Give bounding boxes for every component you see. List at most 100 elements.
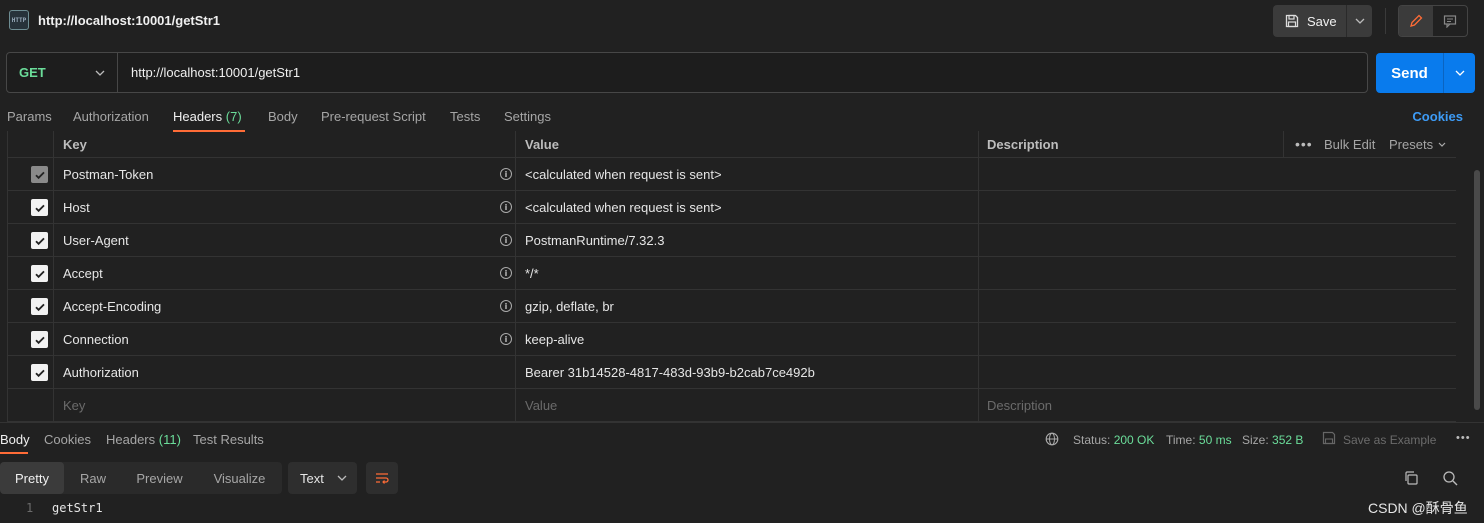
- status-info[interactable]: Status: 200 OK: [1073, 433, 1154, 447]
- response-tab-headers[interactable]: Headers (11): [106, 432, 181, 447]
- wrap-lines-icon[interactable]: [366, 462, 398, 494]
- header-value[interactable]: keep-alive: [525, 323, 584, 355]
- bulk-edit-button[interactable]: Bulk Edit: [1324, 131, 1375, 157]
- header-key[interactable]: Accept: [63, 257, 103, 289]
- response-pane: Body Cookies Headers (11) Test Results S…: [0, 422, 1484, 523]
- response-tab-test-results[interactable]: Test Results: [193, 432, 264, 447]
- header-key[interactable]: Postman-Token: [63, 158, 153, 190]
- view-pretty[interactable]: Pretty: [0, 462, 64, 494]
- send-options-chevron-down-icon[interactable]: [1443, 53, 1475, 93]
- size-label: Size:: [1242, 433, 1269, 447]
- new-value-placeholder[interactable]: Value: [525, 389, 557, 421]
- header-value[interactable]: Bearer 31b14528-4817-483d-93b9-b2cab7ce4…: [525, 356, 815, 388]
- time-label: Time:: [1166, 433, 1196, 447]
- scrollbar[interactable]: [1474, 170, 1480, 410]
- more-options-icon[interactable]: •••: [1295, 131, 1313, 157]
- table-header-row: Key Value Description ••• Bulk Edit Pres…: [8, 131, 1456, 158]
- send-button-group: Send: [1376, 53, 1475, 93]
- view-raw[interactable]: Raw: [64, 462, 122, 494]
- header-value[interactable]: <calculated when request is sent>: [525, 158, 722, 190]
- size-info[interactable]: Size: 352 B: [1242, 433, 1303, 447]
- info-icon[interactable]: i: [500, 234, 512, 246]
- table-row: Authorization Bearer 31b14528-4817-483d-9…: [8, 356, 1456, 389]
- column-header-key: Key: [63, 136, 87, 152]
- cookies-link[interactable]: Cookies: [1412, 109, 1463, 124]
- info-icon[interactable]: i: [500, 201, 512, 213]
- response-active-tab-underline: [0, 452, 28, 454]
- info-icon[interactable]: i: [500, 168, 512, 180]
- tab-params[interactable]: Params: [7, 109, 52, 124]
- comments-icon[interactable]: [1433, 6, 1467, 36]
- header-description[interactable]: [987, 323, 1457, 355]
- status-value: 200 OK: [1113, 433, 1155, 447]
- header-key[interactable]: User-Agent: [63, 224, 129, 256]
- info-icon[interactable]: i: [500, 267, 512, 279]
- table-row: Connection i keep-alive: [8, 323, 1456, 356]
- save-example-icon: [1322, 431, 1336, 445]
- url-bar: GET: [6, 52, 1368, 93]
- header-value[interactable]: gzip, deflate, br: [525, 290, 614, 322]
- info-icon[interactable]: i: [500, 333, 512, 345]
- table-row: User-Agent i PostmanRuntime/7.32.3: [8, 224, 1456, 257]
- info-icon[interactable]: i: [500, 300, 512, 312]
- table-row: Accept i */*: [8, 257, 1456, 290]
- request-title[interactable]: http://localhost:10001/getStr1: [38, 13, 220, 28]
- header-value[interactable]: <calculated when request is sent>: [525, 191, 722, 223]
- row-checkbox[interactable]: [31, 232, 48, 249]
- header-description[interactable]: [987, 356, 1457, 388]
- time-info[interactable]: Time: 50 ms: [1166, 433, 1232, 447]
- save-button[interactable]: Save: [1273, 5, 1346, 37]
- header-description[interactable]: [987, 191, 1457, 223]
- tab-settings[interactable]: Settings: [504, 109, 551, 124]
- table-row: Accept-Encoding i gzip, deflate, br: [8, 290, 1456, 323]
- row-checkbox[interactable]: [31, 331, 48, 348]
- row-checkbox[interactable]: [31, 166, 48, 183]
- save-as-example-button[interactable]: Save as Example: [1343, 433, 1436, 447]
- response-body-text[interactable]: getStr1: [52, 501, 103, 515]
- search-icon[interactable]: [1442, 470, 1458, 486]
- header-key[interactable]: Connection: [63, 323, 129, 355]
- header-value[interactable]: */*: [525, 257, 539, 289]
- copy-icon[interactable]: [1403, 470, 1419, 486]
- request-tabs: Params Authorization Headers (7) Body Pr…: [0, 100, 1484, 132]
- tab-headers-label: Headers: [173, 109, 223, 124]
- response-tab-body[interactable]: Body: [0, 432, 30, 447]
- tab-tests[interactable]: Tests: [450, 109, 480, 124]
- send-button[interactable]: Send: [1376, 53, 1443, 93]
- row-checkbox[interactable]: [31, 298, 48, 315]
- size-value: 352 B: [1272, 433, 1304, 447]
- header-description[interactable]: [987, 158, 1457, 190]
- row-checkbox[interactable]: [31, 364, 48, 381]
- view-preview[interactable]: Preview: [122, 462, 197, 494]
- row-checkbox[interactable]: [31, 265, 48, 282]
- header-description[interactable]: [987, 290, 1457, 322]
- view-visualize[interactable]: Visualize: [197, 462, 282, 494]
- globe-icon[interactable]: [1045, 432, 1059, 446]
- format-select[interactable]: Text: [288, 462, 357, 494]
- tab-authorization[interactable]: Authorization: [73, 109, 149, 124]
- tab-body[interactable]: Body: [268, 109, 298, 124]
- save-button-group: Save: [1273, 5, 1372, 37]
- edit-pencil-icon[interactable]: [1399, 6, 1433, 36]
- method-select[interactable]: GET: [7, 53, 118, 92]
- presets-dropdown[interactable]: Presets: [1389, 131, 1446, 157]
- tab-headers-count: (7): [225, 109, 242, 124]
- header-description[interactable]: [987, 257, 1457, 289]
- save-options-chevron-down-icon[interactable]: [1347, 18, 1372, 24]
- response-more-icon[interactable]: •••: [1456, 432, 1471, 444]
- header-key[interactable]: Accept-Encoding: [63, 290, 161, 322]
- url-input[interactable]: [118, 53, 1367, 92]
- header-key[interactable]: Authorization: [63, 356, 139, 388]
- row-checkbox[interactable]: [31, 199, 48, 216]
- header-description[interactable]: [987, 224, 1457, 256]
- format-value: Text: [300, 470, 324, 486]
- response-tab-cookies[interactable]: Cookies: [44, 432, 91, 447]
- header-key[interactable]: Host: [63, 191, 90, 223]
- tab-headers[interactable]: Headers (7): [173, 109, 242, 124]
- tab-pre-request-script[interactable]: Pre-request Script: [321, 109, 426, 124]
- response-tab-headers-label: Headers: [106, 432, 156, 447]
- header-value[interactable]: PostmanRuntime/7.32.3: [525, 224, 664, 256]
- new-key-placeholder[interactable]: Key: [63, 389, 85, 421]
- new-description-placeholder[interactable]: Description: [987, 389, 1052, 421]
- line-number: 1: [26, 501, 34, 515]
